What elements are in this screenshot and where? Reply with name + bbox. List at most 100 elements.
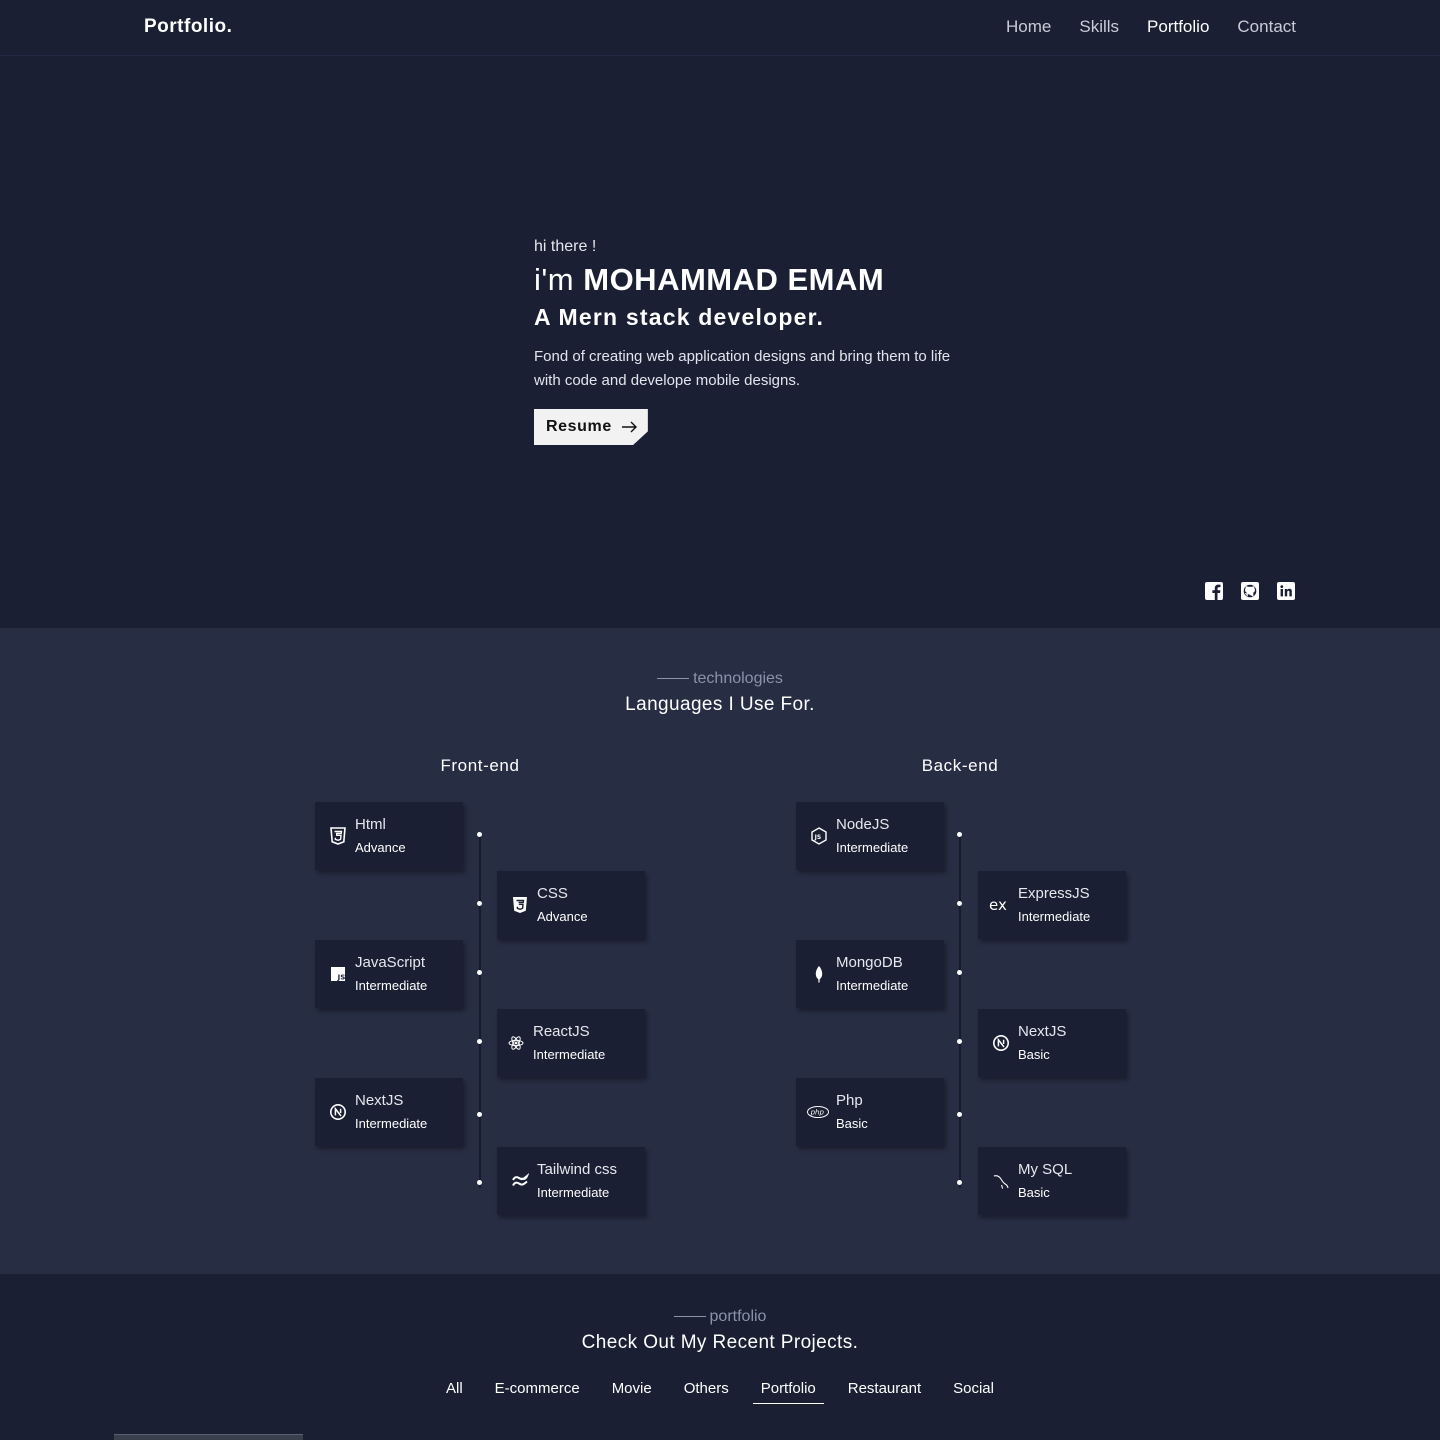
timeline-dot <box>477 970 482 975</box>
skill-level: Advance <box>537 909 588 924</box>
skill-card-tailwind[interactable]: Tailwind css Intermediate <box>497 1147 645 1215</box>
css3-icon <box>511 895 529 915</box>
skill-card-nextjs-backend[interactable]: NextJS Basic <box>978 1009 1126 1077</box>
social-links <box>1204 581 1296 601</box>
skill-card-mysql[interactable]: My SQL Basic <box>978 1147 1126 1215</box>
hero-name: i'm MOHAMMAD EMAM <box>534 262 954 298</box>
github-icon[interactable] <box>1240 581 1260 601</box>
react-icon <box>507 1033 525 1053</box>
technologies-section: technologies Languages I Use For. Front-… <box>0 628 1440 1274</box>
brand-logo[interactable]: Portfolio. <box>144 16 232 38</box>
skill-card-html[interactable]: Html Advance <box>315 802 463 870</box>
timeline-dot <box>477 1112 482 1117</box>
facebook-icon[interactable] <box>1204 581 1224 601</box>
html5-icon <box>329 826 347 846</box>
timeline-dot <box>957 1180 962 1185</box>
skill-level: Intermediate <box>355 1116 428 1131</box>
skill-level: Basic <box>836 1116 868 1131</box>
timeline-dot <box>957 832 962 837</box>
skill-level: Basic <box>1018 1185 1050 1200</box>
eyebrow-dash <box>673 1316 706 1318</box>
timeline-dot <box>957 1039 962 1044</box>
portfolio-eyebrow: portfolio <box>0 1308 1440 1326</box>
mysql-icon <box>992 1171 1010 1191</box>
nextjs-icon <box>329 1102 347 1122</box>
nav-contact[interactable]: Contact <box>1237 17 1296 37</box>
filter-ecommerce[interactable]: E-commerce <box>487 1378 588 1404</box>
timeline-dot <box>477 1039 482 1044</box>
skill-card-javascript[interactable]: JS JavaScript Intermediate <box>315 940 463 1008</box>
resume-button[interactable]: Resume <box>534 409 648 445</box>
resume-label: Resume <box>546 418 612 435</box>
filter-movie[interactable]: Movie <box>604 1378 660 1404</box>
skill-name: Php <box>836 1092 863 1109</box>
navbar: Portfolio. Home Skills Portfolio Contact <box>0 0 1440 56</box>
skill-level: Intermediate <box>836 978 909 993</box>
backend-timeline <box>959 832 961 1188</box>
skill-level: Intermediate <box>537 1185 610 1200</box>
frontend-title: Front-end <box>440 756 520 775</box>
skill-name: JavaScript <box>355 954 426 971</box>
timeline-dot <box>477 901 482 906</box>
skill-name: NextJS <box>1018 1023 1067 1040</box>
skill-level: Intermediate <box>533 1047 606 1062</box>
filter-social[interactable]: Social <box>945 1378 1002 1404</box>
filter-portfolio[interactable]: Portfolio <box>752 1378 824 1404</box>
skill-card-expressjs[interactable]: ex ExpressJS Intermediate <box>978 871 1126 939</box>
skill-name: MongoDB <box>836 954 903 971</box>
portfolio-section: portfolio Check Out My Recent Projects. … <box>0 1274 1440 1440</box>
technologies-eyebrow: technologies <box>0 670 1440 688</box>
filter-all[interactable]: All <box>438 1378 471 1404</box>
filter-restaurant[interactable]: Restaurant <box>840 1378 929 1404</box>
arrow-right-icon <box>621 421 637 433</box>
skill-name: NextJS <box>355 1092 404 1109</box>
backend-title: Back-end <box>921 756 999 775</box>
timeline-dot <box>957 970 962 975</box>
skill-card-nextjs[interactable]: NextJS Intermediate <box>315 1078 463 1146</box>
skill-level: Intermediate <box>836 840 909 855</box>
technologies-title: Languages I Use For. <box>625 694 815 715</box>
skill-name: NodeJS <box>836 816 890 833</box>
svg-text:ex: ex <box>989 896 1007 914</box>
tailwind-icon <box>511 1171 529 1191</box>
skill-card-nodejs[interactable]: JS NodeJS Intermediate <box>796 802 944 870</box>
skill-name: Html <box>355 816 386 833</box>
skill-name: ExpressJS <box>1018 885 1090 902</box>
skill-card-mongodb[interactable]: MongoDB Intermediate <box>796 940 944 1008</box>
frontend-timeline <box>479 832 481 1188</box>
skill-name: ReactJS <box>533 1023 590 1040</box>
project-thumbnail[interactable] <box>114 1434 303 1440</box>
skill-name: My SQL <box>1018 1161 1073 1178</box>
express-icon: ex <box>988 895 1012 915</box>
nav-portfolio[interactable]: Portfolio <box>1147 17 1209 37</box>
skill-name: Tailwind css <box>537 1161 618 1178</box>
skill-name: CSS <box>537 885 568 902</box>
svg-text:JS: JS <box>337 974 346 982</box>
hero-role: A Mern stack developer. <box>534 304 825 330</box>
linkedin-icon[interactable] <box>1276 581 1296 601</box>
nav-skills[interactable]: Skills <box>1079 17 1119 37</box>
hero-intro: Fond of creating web application designs… <box>534 348 951 389</box>
nav-home[interactable]: Home <box>1006 17 1051 37</box>
skill-card-php[interactable]: php Php Basic <box>796 1078 944 1146</box>
php-icon: php <box>806 1102 830 1122</box>
timeline-dot <box>957 901 962 906</box>
nodejs-icon: JS <box>810 826 828 846</box>
technologies-eyebrow-text: technologies <box>693 670 783 687</box>
timeline-dot <box>957 1112 962 1117</box>
eyebrow-dash <box>657 678 690 680</box>
skill-level: Advance <box>355 840 406 855</box>
timeline-dot <box>477 832 482 837</box>
portfolio-title: Check Out My Recent Projects. <box>581 1332 859 1353</box>
nextjs-icon <box>992 1033 1010 1053</box>
skill-card-reactjs[interactable]: ReactJS Intermediate <box>497 1009 645 1077</box>
skill-card-css[interactable]: CSS Advance <box>497 871 645 939</box>
timeline-dot <box>477 1180 482 1185</box>
hero-section: hi there ! i'm MOHAMMAD EMAM A Mern stac… <box>0 56 1440 628</box>
portfolio-filters: All E-commerce Movie Others Portfolio Re… <box>0 1378 1440 1404</box>
filter-others[interactable]: Others <box>676 1378 737 1404</box>
skill-level: Intermediate <box>355 978 428 993</box>
svg-text:php: php <box>810 1108 825 1116</box>
mongodb-icon <box>810 964 828 984</box>
skill-level: Basic <box>1018 1047 1050 1062</box>
